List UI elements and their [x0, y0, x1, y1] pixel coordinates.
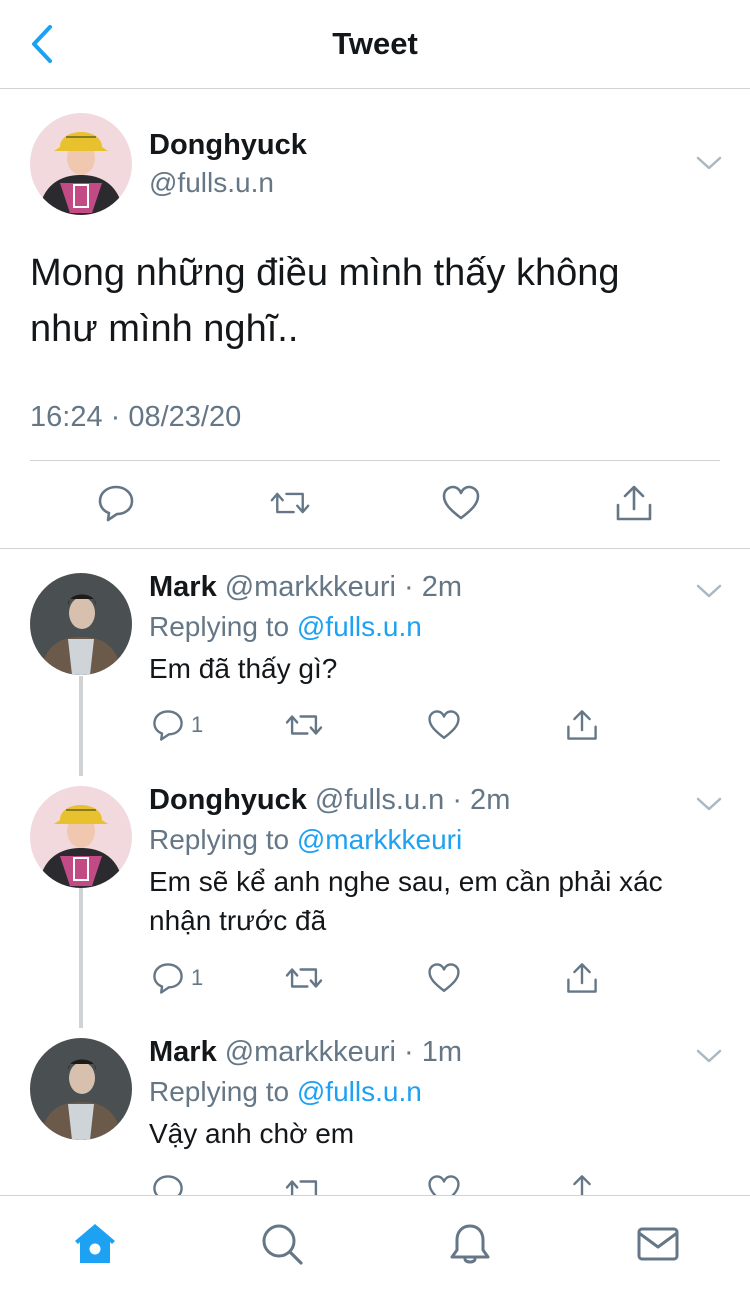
tweet-text-line: Mong những điều mình thấy không: [30, 252, 620, 294]
mention-link[interactable]: @fulls.u.n: [297, 611, 422, 642]
notifications-icon[interactable]: [446, 1220, 494, 1268]
tweet-text-line: như mình nghĩ..: [30, 308, 299, 350]
reply-icon[interactable]: [151, 1172, 185, 1195]
reply-tweet[interactable]: Mark @markkkeuri · 2m Replying to @fulls.…: [0, 549, 750, 771]
reply-icon[interactable]: [96, 483, 136, 523]
author-name[interactable]: Donghyuck: [149, 129, 307, 162]
replying-to: Replying to @fulls.u.n: [149, 611, 422, 643]
author-handle[interactable]: @fulls.u.n: [149, 167, 274, 199]
page-title: Tweet: [332, 26, 418, 61]
share-icon[interactable]: [565, 960, 599, 996]
messages-icon[interactable]: [634, 1220, 682, 1268]
reply-button[interactable]: 1: [151, 707, 203, 743]
home-icon[interactable]: [71, 1220, 119, 1268]
chevron-down-icon[interactable]: [694, 153, 724, 173]
reply-header: Donghyuck @fulls.u.n · 2m: [149, 784, 510, 817]
avatar[interactable]: [30, 573, 132, 675]
reply-tweet[interactable]: Donghyuck @fulls.u.n · 2m Replying to @ma…: [0, 762, 750, 1024]
replying-to: Replying to @fulls.u.n: [149, 1076, 422, 1108]
like-icon[interactable]: [427, 1172, 461, 1195]
share-icon[interactable]: [565, 1172, 599, 1195]
author-name[interactable]: Mark: [149, 1036, 217, 1068]
like-icon[interactable]: [427, 960, 461, 996]
reply-icon: [153, 710, 183, 741]
retweet-icon[interactable]: [285, 707, 323, 743]
main-tweet: Donghyuck @fulls.u.n Mong những điều mìn…: [0, 89, 750, 549]
chevron-down-icon[interactable]: [694, 794, 724, 814]
reply-text: Em sẽ kể anh nghe sau, em cần phải xác n…: [149, 866, 663, 936]
top-bar: Tweet: [0, 0, 750, 89]
reply-actions: 1: [149, 960, 709, 1000]
search-icon[interactable]: [258, 1220, 306, 1268]
reply-icon: [153, 963, 183, 994]
reply-text: Em đã thấy gì?: [149, 653, 338, 684]
bottom-tab-bar: [0, 1195, 750, 1294]
like-icon[interactable]: [441, 483, 481, 523]
avatar[interactable]: [30, 786, 132, 888]
reply-header: Mark @markkkeuri · 1m: [149, 1036, 462, 1069]
avatar[interactable]: [30, 113, 132, 215]
retweet-icon[interactable]: [285, 960, 323, 996]
share-icon[interactable]: [614, 483, 654, 523]
author-handle-time[interactable]: @fulls.u.n · 2m: [315, 784, 510, 816]
chevron-down-icon[interactable]: [694, 1046, 724, 1066]
author-handle-time[interactable]: @markkkeuri · 2m: [225, 571, 462, 603]
tweet-text: Mong những điều mình thấy không như mình…: [30, 245, 710, 357]
avatar[interactable]: [30, 1038, 132, 1140]
reply-tweet[interactable]: Mark @markkkeuri · 1m Replying to @fulls.…: [0, 1014, 750, 1195]
reply-button[interactable]: 1: [151, 960, 203, 996]
reply-actions: 1: [149, 707, 709, 747]
tweet-timestamp: 16:24 · 08/23/20: [30, 401, 242, 433]
replying-to-label: Replying to: [149, 611, 290, 642]
author-name[interactable]: Mark: [149, 571, 217, 603]
mention-link[interactable]: @fulls.u.n: [297, 1076, 422, 1107]
reply-actions: [149, 1172, 709, 1195]
replying-to: Replying to @markkkeuri: [149, 824, 462, 856]
reply-count: 1: [191, 965, 204, 990]
share-icon[interactable]: [565, 707, 599, 743]
author-handle-time[interactable]: @markkkeuri · 1m: [225, 1036, 462, 1068]
tweet-actions: [0, 461, 750, 549]
reply-text: Vậy anh chờ em: [149, 1118, 355, 1149]
chevron-down-icon[interactable]: [694, 581, 724, 601]
replying-to-label: Replying to: [149, 824, 290, 855]
mention-link[interactable]: @markkkeuri: [297, 824, 462, 855]
reply-header: Mark @markkkeuri · 2m: [149, 571, 462, 604]
retweet-icon[interactable]: [285, 1172, 323, 1195]
like-icon[interactable]: [427, 707, 461, 743]
retweet-icon[interactable]: [270, 483, 310, 523]
replying-to-label: Replying to: [149, 1076, 290, 1107]
author-name[interactable]: Donghyuck: [149, 784, 307, 816]
reply-count: 1: [191, 712, 204, 737]
